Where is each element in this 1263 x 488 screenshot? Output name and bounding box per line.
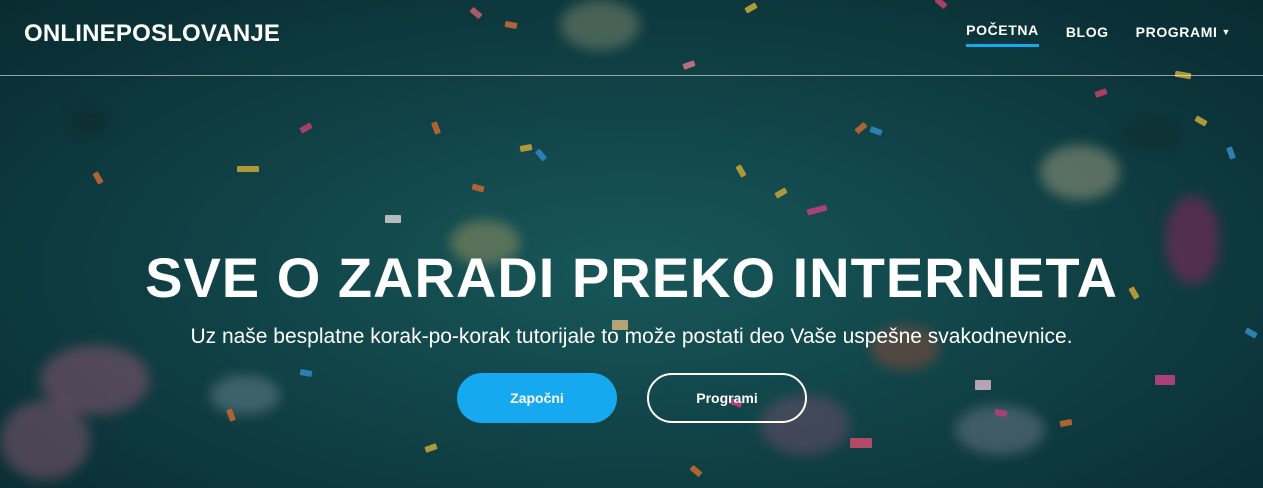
programs-button[interactable]: Programi	[647, 373, 807, 423]
hero-section: ONLINEPOSLOVANJE POČETNA BLOG PROGRAMI ▼…	[0, 0, 1263, 488]
nav-item-blog[interactable]: BLOG	[1066, 22, 1109, 47]
main-nav: POČETNA BLOG PROGRAMI ▼	[966, 22, 1231, 47]
nav-item-label: BLOG	[1065, 23, 1109, 40]
nav-item-label: PROGRAMI	[1135, 23, 1218, 40]
hero-title: SVE O ZARADI PREKO INTERNETA	[145, 246, 1118, 309]
chevron-down-icon: ▼	[1221, 26, 1231, 37]
top-navbar: ONLINEPOSLOVANJE POČETNA BLOG PROGRAMI ▼	[0, 0, 1263, 76]
nav-item-label: POČETNA	[966, 22, 1039, 38]
brand-logo[interactable]: ONLINEPOSLOVANJE	[24, 20, 280, 48]
hero-subtitle: Uz naše besplatne korak-po-korak tutorij…	[190, 325, 1073, 348]
nav-item-pocetna[interactable]: POČETNA	[966, 22, 1039, 47]
nav-item-programi[interactable]: PROGRAMI ▼	[1136, 22, 1231, 47]
start-button[interactable]: Započni	[457, 373, 617, 423]
